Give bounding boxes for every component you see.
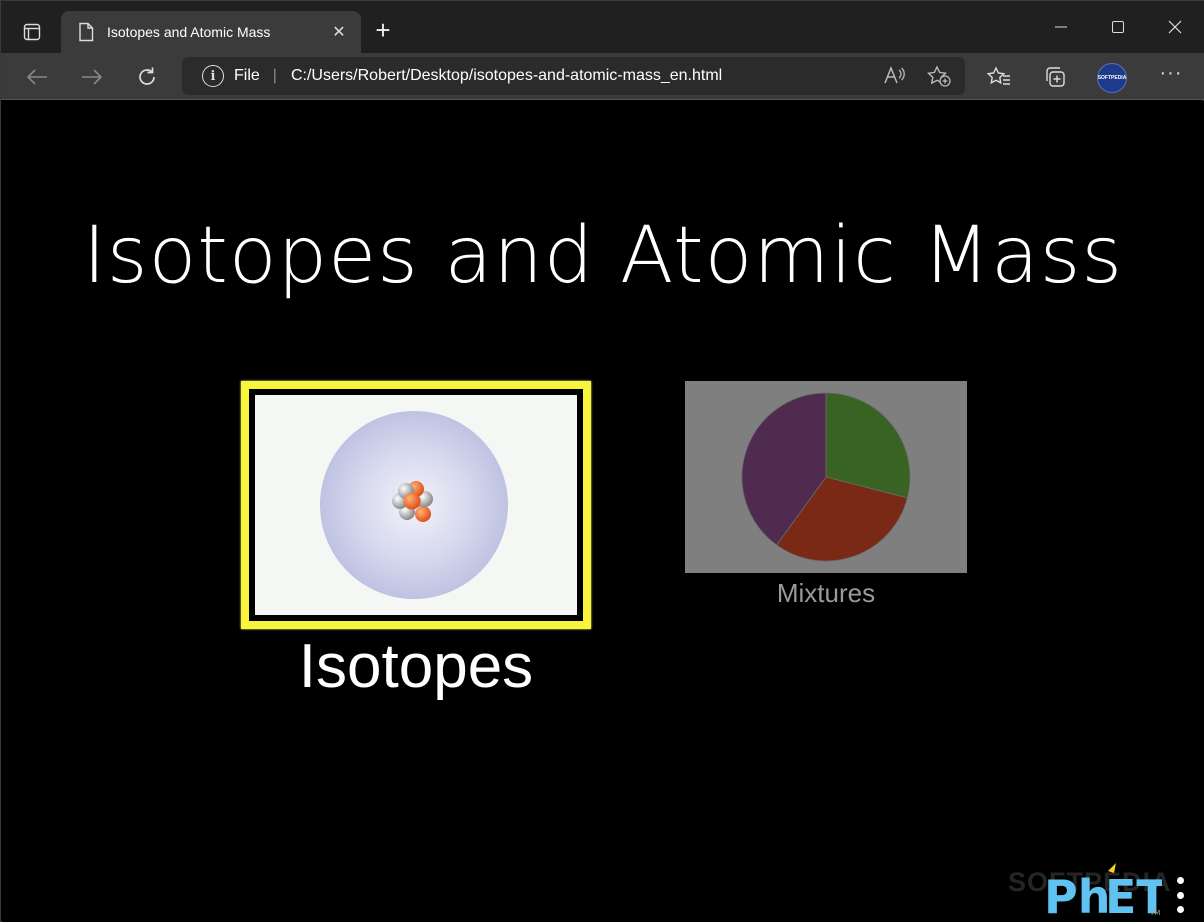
profile-avatar[interactable]: SOFTPEDIA — [1097, 63, 1127, 93]
favorites-icon[interactable] — [985, 63, 1013, 91]
address-bar[interactable]: i File | C:/Users/Robert/Desktop/isotope… — [182, 57, 965, 95]
sim-title: Isotopes and Atomic Mass — [82, 211, 1124, 301]
minimize-icon[interactable] — [1033, 9, 1089, 45]
read-aloud-icon[interactable] — [883, 65, 905, 92]
new-tab-icon[interactable]: + — [369, 17, 397, 45]
tab-actions-icon[interactable] — [15, 15, 49, 49]
address-separator: | — [272, 67, 277, 84]
atom-icon — [320, 411, 508, 599]
maximize-icon[interactable] — [1090, 9, 1146, 45]
close-tab-icon[interactable]: ✕ — [329, 22, 349, 42]
close-window-icon[interactable] — [1147, 9, 1203, 45]
browser-toolbar: i File | C:/Users/Robert/Desktop/isotope… — [1, 53, 1204, 100]
svg-text:Ph: Ph — [1044, 870, 1110, 917]
mixtures-screen-label[interactable]: Mixtures — [685, 578, 967, 609]
browser-window: Isotopes and Atomic Mass ✕ + i File | C:… — [0, 0, 1204, 922]
add-favorite-icon[interactable] — [926, 65, 951, 92]
forward-icon[interactable] — [76, 61, 108, 93]
collections-icon[interactable] — [1041, 63, 1069, 91]
back-icon[interactable] — [21, 61, 53, 93]
refresh-icon[interactable] — [131, 61, 163, 93]
mixtures-screen-button[interactable] — [685, 381, 967, 573]
isotopes-screen-label[interactable]: Isotopes — [241, 631, 591, 702]
tab-title: Isotopes and Atomic Mass — [107, 24, 271, 40]
sim-home-screen: Isotopes and Atomic Mass Isotopes Mixtur… — [2, 101, 1204, 922]
info-icon[interactable]: i — [202, 65, 224, 87]
more-options-icon[interactable]: ··· — [1157, 63, 1185, 91]
tab-strip: Isotopes and Atomic Mass ✕ + — [1, 1, 1204, 53]
pie-chart-icon — [741, 392, 911, 562]
isotopes-thumbnail — [255, 395, 577, 615]
tab-isotopes[interactable]: Isotopes and Atomic Mass ✕ — [61, 11, 361, 53]
phet-menu-icon[interactable] — [1174, 877, 1186, 913]
phet-logo[interactable]: Ph ET TM — [1042, 861, 1162, 917]
scheme-label: File — [234, 67, 260, 84]
svg-text:TM: TM — [1149, 909, 1160, 917]
url-text: C:/Users/Robert/Desktop/isotopes-and-ato… — [290, 67, 723, 84]
document-icon — [79, 22, 94, 42]
isotopes-screen-button[interactable] — [241, 381, 591, 629]
